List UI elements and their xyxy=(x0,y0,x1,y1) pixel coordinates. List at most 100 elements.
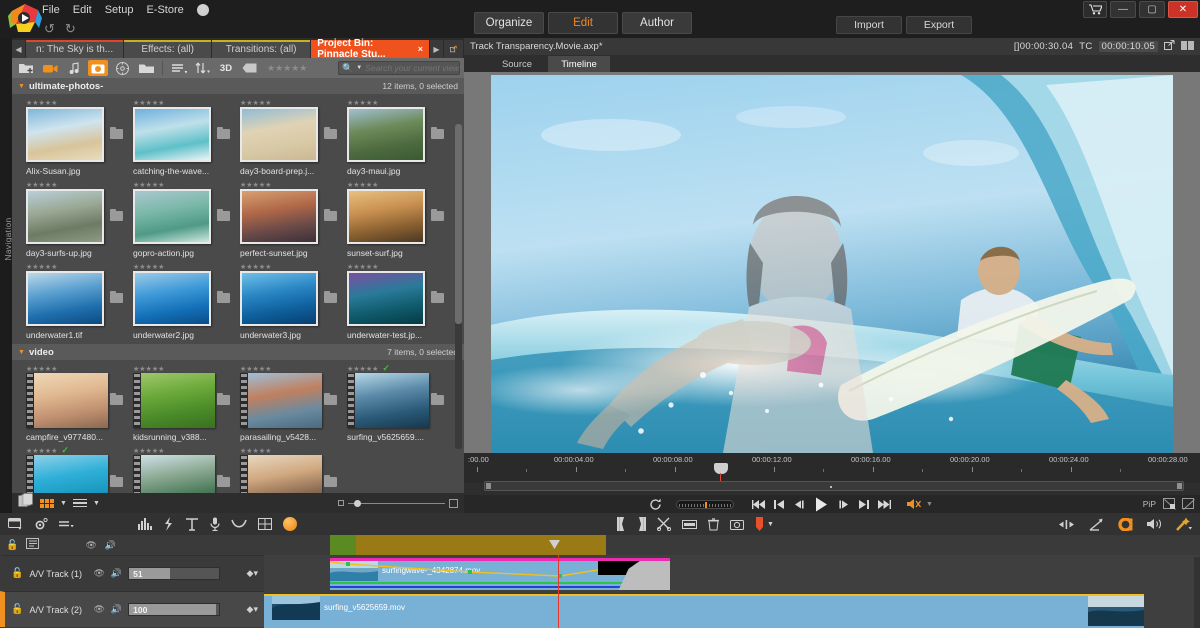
tab-timeline[interactable]: Timeline xyxy=(548,56,610,72)
track-row-2[interactable]: 🔓 A/V Track (2) 👁 🔊 100 ◆▾ xyxy=(0,591,264,627)
item-rating[interactable]: ★★★★★ xyxy=(240,262,347,271)
play-icon[interactable] xyxy=(815,497,828,512)
item-folder-icon[interactable] xyxy=(324,127,337,139)
tab-source[interactable]: Source xyxy=(486,56,548,72)
item-folder-icon[interactable] xyxy=(431,393,444,405)
item-rating[interactable]: ★★★★★ xyxy=(347,262,454,271)
close-button[interactable]: ✕ xyxy=(1168,1,1198,18)
bin-item[interactable]: ★★★★★ Alix-Susan.jpg xyxy=(26,98,133,176)
clip-icon[interactable] xyxy=(682,519,697,529)
item-rating[interactable]: ★★★★★ xyxy=(133,446,240,455)
item-thumbnail[interactable] xyxy=(26,189,104,244)
item-thumbnail[interactable] xyxy=(240,107,318,162)
folder-icon[interactable] xyxy=(136,60,156,76)
bin-group-header-photos[interactable]: ▼ ultimate-photos- 12 items, 0 selected xyxy=(12,78,464,94)
video-thumbnail-grid[interactable]: ★★★★★ campfire_v977480... ★★★★★ kidsrunning… xyxy=(12,360,464,493)
list-options-icon[interactable] xyxy=(169,60,189,76)
item-folder-icon[interactable] xyxy=(217,475,230,487)
sort-icon[interactable] xyxy=(193,60,213,76)
item-rating[interactable]: ★★★★★ xyxy=(240,446,347,455)
item-rating[interactable]: ★★★★★ xyxy=(26,262,133,271)
item-thumbnail[interactable] xyxy=(133,455,215,493)
item-thumbnail-wrap[interactable] xyxy=(347,271,444,328)
item-folder-icon[interactable] xyxy=(324,393,337,405)
marker-dropdown-caret[interactable]: ▼ xyxy=(767,521,774,528)
timeline-playhead[interactable] xyxy=(558,555,559,628)
master-track-header[interactable]: 🔓 👁 🔊 xyxy=(0,535,264,555)
bin-item[interactable]: ★★★★★ xyxy=(240,446,347,493)
master-clip-gold[interactable] xyxy=(356,535,606,555)
player-time-ruler[interactable]: :00.00 00:00:04.00 00:00:08.00 00:00:12.… xyxy=(464,453,1200,487)
item-folder-icon[interactable] xyxy=(324,209,337,221)
music-icon[interactable] xyxy=(64,60,84,76)
item-thumbnail-wrap[interactable] xyxy=(347,189,444,246)
item-thumbnail[interactable] xyxy=(240,189,318,244)
item-thumbnail[interactable] xyxy=(26,455,108,493)
item-thumbnail-wrap[interactable] xyxy=(133,189,230,246)
thumbnail-size-slider[interactable] xyxy=(338,498,458,508)
item-rating[interactable]: ★★★★★ xyxy=(133,98,240,107)
mute-icon[interactable] xyxy=(907,498,922,510)
bin-item[interactable]: ★★★★★ campfire_v977480... xyxy=(26,364,133,442)
item-rating[interactable]: ★★★★★ xyxy=(240,364,347,373)
snapshot-icon[interactable] xyxy=(730,519,744,530)
track-height-icon[interactable] xyxy=(59,519,74,529)
item-thumbnail[interactable] xyxy=(347,271,425,326)
master-clip-green[interactable] xyxy=(330,535,356,555)
item-folder-icon[interactable] xyxy=(110,127,123,139)
add-folder-icon[interactable] xyxy=(16,60,36,76)
tag-icon[interactable] xyxy=(239,60,259,76)
magnet-icon[interactable] xyxy=(1118,517,1133,531)
bin-item[interactable]: ★★★★★ day3-surfs-up.jpg xyxy=(26,180,133,258)
tab-scroll-left-button[interactable]: ◀ xyxy=(12,40,26,58)
item-thumbnail-wrap[interactable] xyxy=(240,189,337,246)
item-thumbnail[interactable] xyxy=(240,455,322,493)
step-back-icon[interactable] xyxy=(793,499,804,510)
track-1-lane[interactable]: surfingwave-_4342874.mov xyxy=(264,555,1200,592)
bin-tab-row[interactable]: ◀ n: The Sky is th... Effects: (all) Tra… xyxy=(12,38,464,60)
item-thumbnail[interactable] xyxy=(240,271,318,326)
pip-tools-group[interactable]: PiP xyxy=(1143,498,1195,510)
item-thumbnail-wrap[interactable] xyxy=(133,271,230,328)
item-thumbnail-wrap[interactable] xyxy=(26,107,123,164)
item-rating[interactable]: ★★★★★ xyxy=(240,180,347,189)
item-thumbnail-wrap[interactable] xyxy=(26,455,123,493)
3d-toggle[interactable]: 3D xyxy=(217,60,235,76)
item-rating[interactable]: ★★★★★ xyxy=(26,98,133,107)
safe-area-icon[interactable] xyxy=(1182,498,1195,510)
track-1-keyframe-icon[interactable]: ◆▾ xyxy=(247,568,258,579)
item-thumbnail-wrap[interactable] xyxy=(26,271,123,328)
audio-mixer-icon[interactable] xyxy=(138,518,152,530)
item-thumbnail-wrap[interactable] xyxy=(347,107,444,164)
item-rating[interactable]: ★★★★★ ✓ xyxy=(347,363,454,373)
window-controls[interactable]: — ▢ ✕ xyxy=(1083,1,1198,18)
track-row-1[interactable]: 🔓 A/V Track (1) 👁 🔊 51 ◆▾ xyxy=(0,555,264,591)
prev-frame-icon[interactable] xyxy=(774,499,785,510)
bin-item[interactable]: ★★★★★ gopro-action.jpg xyxy=(133,180,240,258)
bin-item[interactable]: ★★★★★ day3-maui.jpg xyxy=(347,98,454,176)
bin-item[interactable]: ★★★★★ perfect-sunset.jpg xyxy=(240,180,347,258)
storyboard-icon[interactable] xyxy=(258,518,272,530)
group-collapse-icon[interactable]: ▼ xyxy=(18,349,25,356)
photo-icon[interactable] xyxy=(88,60,108,76)
master-track-icon[interactable] xyxy=(26,536,40,554)
dynamic-length-icon[interactable] xyxy=(1089,518,1104,531)
import-button[interactable]: Import xyxy=(836,16,902,34)
loop-icon[interactable] xyxy=(649,498,662,511)
track-2-volume-slider[interactable]: 100 xyxy=(128,603,221,616)
item-thumbnail-wrap[interactable] xyxy=(240,271,337,328)
item-rating[interactable]: ★★★★★ xyxy=(240,98,347,107)
center-icon[interactable] xyxy=(1058,519,1075,529)
item-folder-icon[interactable] xyxy=(217,393,230,405)
undo-icon[interactable]: ↺ xyxy=(44,21,55,37)
grid-view-caret[interactable]: ▼ xyxy=(60,500,67,507)
item-folder-icon[interactable] xyxy=(431,291,444,303)
bin-item[interactable]: ★★★★★ sunset-surf.jpg xyxy=(347,180,454,258)
tab-transitions[interactable]: Transitions: (all) xyxy=(212,40,312,58)
track-1-visibility-icon[interactable]: 👁 xyxy=(93,568,104,579)
item-folder-icon[interactable] xyxy=(110,209,123,221)
item-thumbnail-wrap[interactable] xyxy=(240,373,337,430)
menu-bar[interactable]: File Edit Setup E-Store ? xyxy=(42,2,209,18)
audio-scrub-icon[interactable] xyxy=(1147,518,1162,530)
bin-item[interactable]: ★★★★★ underwater3.jpg xyxy=(240,262,347,340)
